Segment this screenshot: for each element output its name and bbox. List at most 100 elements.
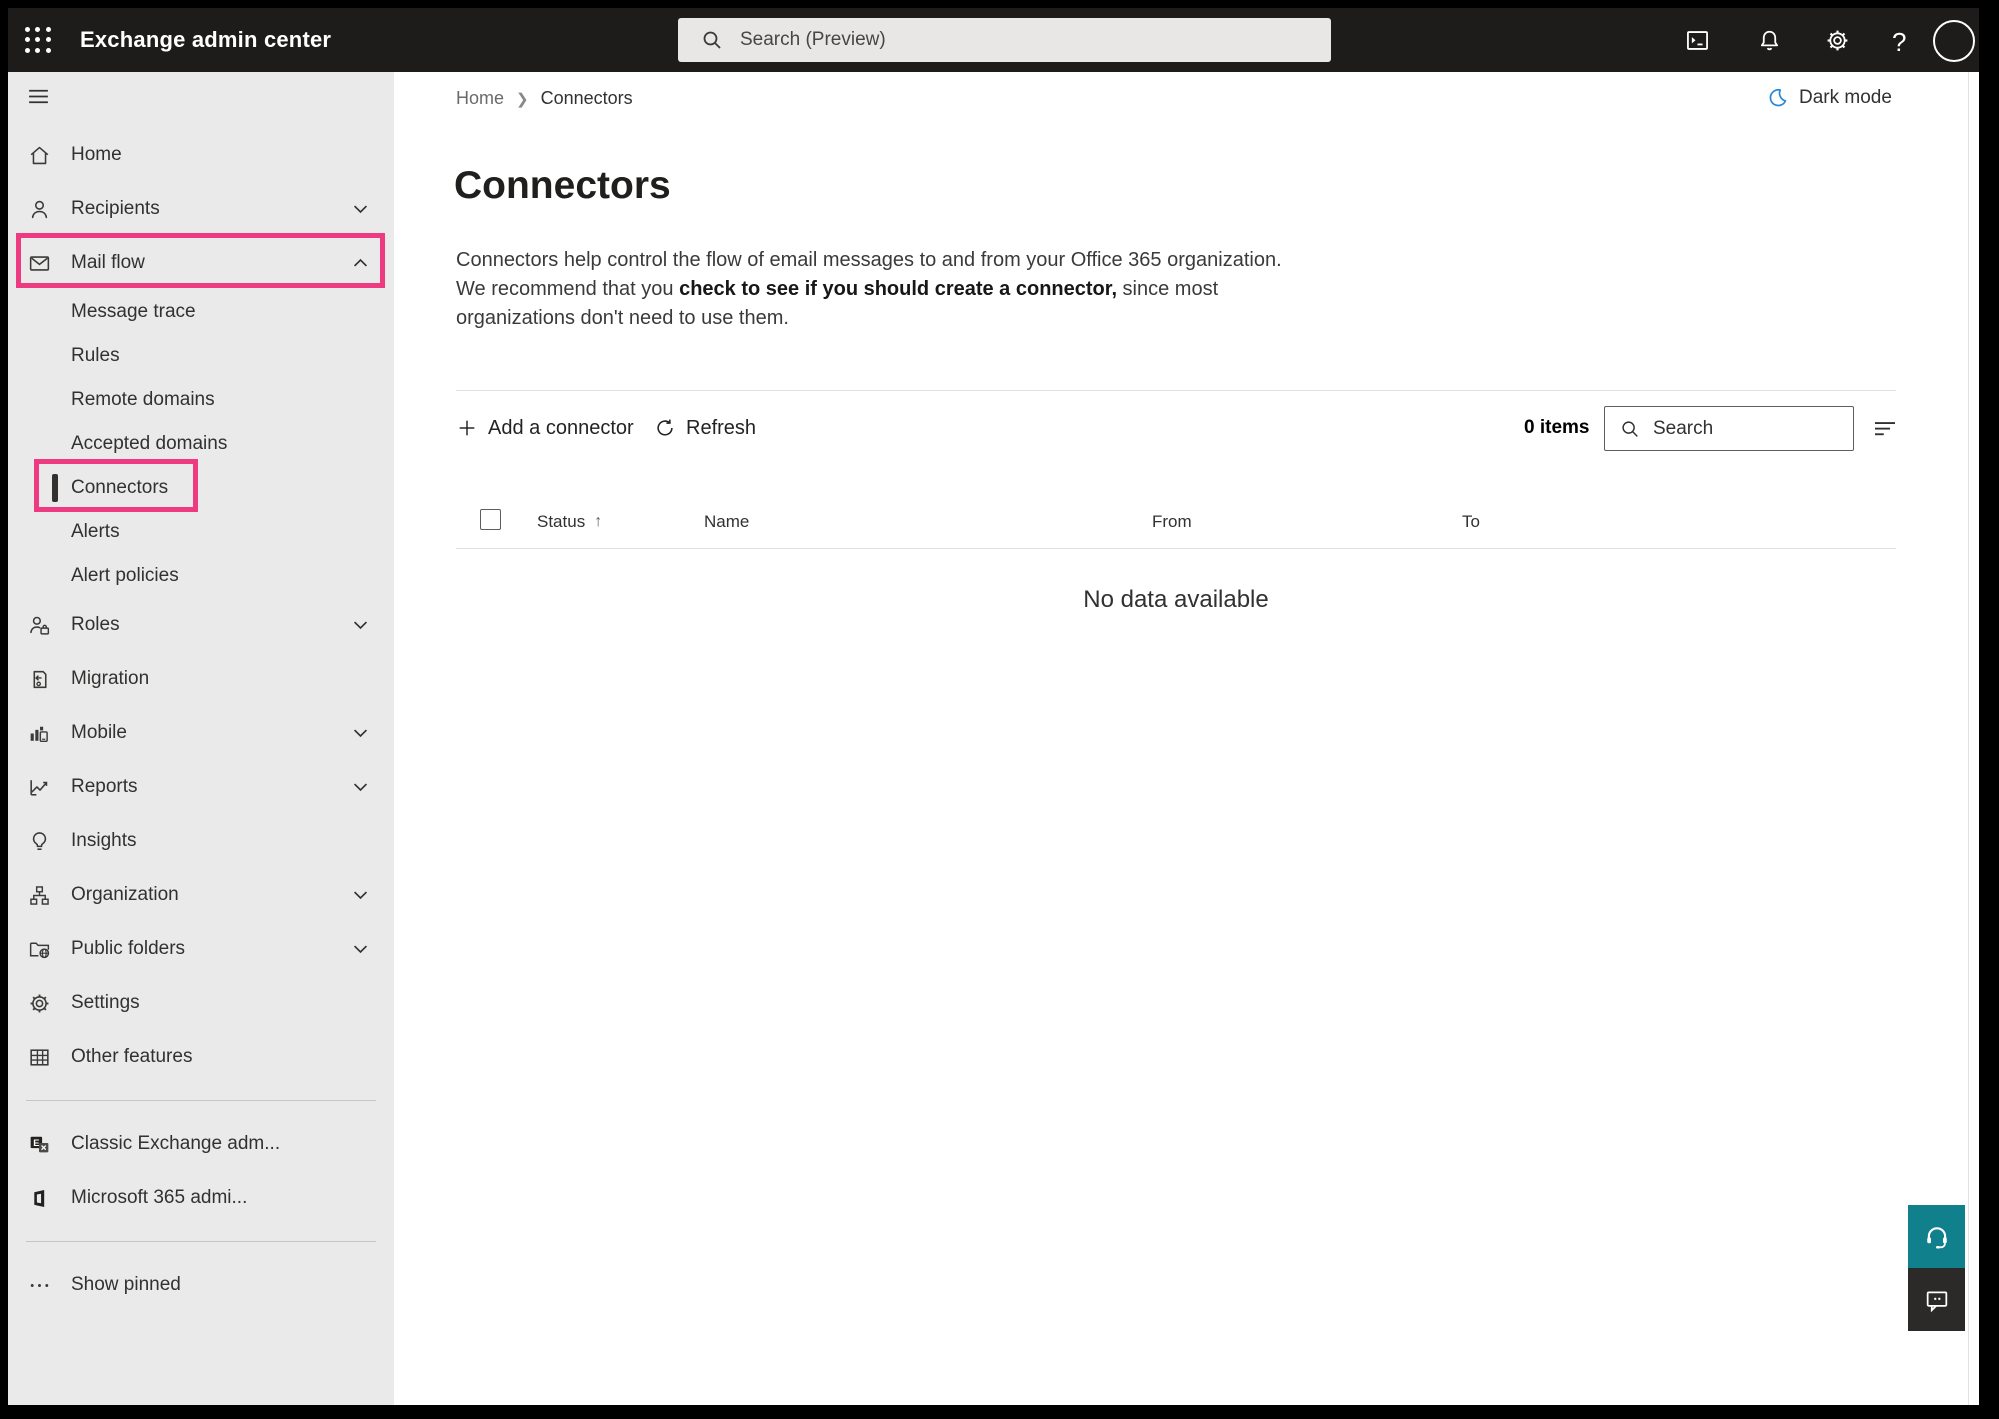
feedback-widget-button[interactable] — [1908, 1268, 1965, 1331]
notifications-bell-icon[interactable] — [1756, 27, 1783, 54]
sidebar-item-label: Connectors — [71, 477, 168, 499]
sidebar-item-show-pinned[interactable]: Show pinned — [8, 1258, 394, 1312]
sidebar-item-alerts[interactable]: Alerts — [8, 510, 394, 554]
sidebar-item-label: Message trace — [71, 301, 196, 323]
select-all-checkbox[interactable] — [480, 509, 501, 530]
sidebar-item-remote-domains[interactable]: Remote domains — [8, 378, 394, 422]
page-description: Connectors help control the flow of emai… — [456, 246, 1304, 333]
dark-mode-toggle[interactable]: Dark mode — [1766, 86, 1892, 109]
breadcrumb-home-link[interactable]: Home — [456, 88, 504, 109]
sidebar-item-accepted-domains[interactable]: Accepted domains — [8, 422, 394, 466]
sidebar-item-insights[interactable]: Insights — [8, 814, 394, 868]
moon-icon — [1766, 86, 1789, 109]
mobile-device-icon — [26, 720, 52, 746]
toolbar-divider — [456, 390, 1896, 391]
sidebar-item-label: Home — [71, 144, 122, 166]
sidebar-item-settings[interactable]: Settings — [8, 976, 394, 1030]
chevron-down-icon — [351, 616, 370, 635]
chevron-down-icon — [351, 778, 370, 797]
chevron-down-icon — [351, 940, 370, 959]
chevron-down-icon — [351, 886, 370, 905]
feedback-bubble-icon — [1923, 1286, 1951, 1314]
line-chart-icon — [26, 774, 52, 800]
sidebar-item-label: Mail flow — [71, 252, 145, 274]
column-header-to[interactable]: To — [1462, 512, 1480, 532]
classic-exchange-logo-icon: E — [26, 1131, 52, 1157]
search-icon — [700, 28, 724, 52]
help-question-icon[interactable]: ? — [1892, 27, 1906, 54]
sidebar-item-message-trace[interactable]: Message trace — [8, 290, 394, 334]
sidebar-item-label: Roles — [71, 614, 120, 636]
page-title: Connectors — [454, 164, 671, 208]
sidebar-item-label: Alerts — [71, 521, 120, 543]
lightbulb-icon — [26, 828, 52, 854]
sidebar-item-label: Recipients — [71, 198, 160, 220]
global-search-input[interactable] — [740, 29, 1300, 51]
sidebar-item-rules[interactable]: Rules — [8, 334, 394, 378]
refresh-button[interactable]: Refresh — [654, 398, 756, 458]
command-palette-icon[interactable] — [1684, 27, 1711, 54]
column-header-from[interactable]: From — [1152, 512, 1192, 532]
column-header-status[interactable]: Status ↑ — [537, 512, 602, 532]
person-icon — [26, 196, 52, 222]
global-search-box[interactable] — [678, 18, 1331, 62]
table-header-divider — [456, 548, 1896, 549]
sidebar-item-public-folders[interactable]: Public folders — [8, 922, 394, 976]
search-icon — [1619, 418, 1641, 440]
sidebar-divider — [26, 1100, 376, 1101]
sidebar-item-label: Alert policies — [71, 565, 179, 587]
sidebar-item-classic-exchange[interactable]: E Classic Exchange adm... — [8, 1117, 394, 1171]
sort-ascending-icon: ↑ — [594, 513, 602, 531]
org-chart-icon — [26, 882, 52, 908]
table-grid-icon — [26, 1044, 52, 1070]
refresh-icon — [654, 417, 676, 439]
chevron-down-icon — [351, 724, 370, 743]
migration-document-icon — [26, 666, 52, 692]
sidebar-item-organization[interactable]: Organization — [8, 868, 394, 922]
home-icon — [26, 142, 52, 168]
app-title: Exchange admin center — [80, 27, 331, 53]
chevron-up-icon — [351, 254, 370, 273]
sidebar-item-label: Public folders — [71, 938, 185, 960]
list-search-box[interactable] — [1604, 406, 1854, 451]
folder-globe-icon — [26, 936, 52, 962]
sidebar-item-label: Accepted domains — [71, 433, 227, 455]
sidebar-item-label: Microsoft 365 admi... — [71, 1187, 247, 1209]
description-link[interactable]: check to see if you should create a conn… — [679, 278, 1117, 300]
sidebar-item-label: Classic Exchange adm... — [71, 1133, 280, 1155]
chevron-down-icon — [351, 200, 370, 219]
sidebar-item-other-features[interactable]: Other features — [8, 1030, 394, 1084]
envelope-icon — [26, 250, 52, 276]
exchange-admin-center-window: Exchange admin center ? — [0, 0, 1999, 1419]
sidebar-item-recipients[interactable]: Recipients — [8, 182, 394, 236]
account-avatar[interactable] — [1932, 19, 1959, 46]
sidebar-item-roles[interactable]: Roles — [8, 598, 394, 652]
column-header-name[interactable]: Name — [704, 512, 749, 532]
settings-gear-icon[interactable] — [1824, 27, 1851, 54]
sidebar-item-alert-policies[interactable]: Alert policies — [8, 554, 394, 598]
sidebar-item-label: Settings — [71, 992, 140, 1014]
help-widget-button[interactable] — [1908, 1205, 1965, 1268]
sidebar-item-connectors[interactable]: Connectors — [8, 466, 394, 510]
plus-icon — [456, 417, 478, 439]
sidebar-item-migration[interactable]: Migration — [8, 652, 394, 706]
left-navigation: Home Recipients Mail flow Message trace … — [8, 72, 394, 1405]
add-connector-button[interactable]: Add a connector — [456, 398, 634, 458]
gear-icon — [26, 990, 52, 1016]
sidebar-item-label: Remote domains — [71, 389, 215, 411]
scrollbar-track-edge — [1968, 72, 1969, 1405]
list-search-input[interactable] — [1653, 418, 1823, 440]
sidebar-item-mail-flow[interactable]: Mail flow — [8, 236, 394, 290]
microsoft-365-logo-icon — [26, 1185, 52, 1211]
filter-sort-icon[interactable] — [1870, 413, 1900, 443]
hamburger-menu-icon[interactable] — [8, 72, 394, 120]
items-count-badge: 0 items — [1524, 398, 1589, 458]
sidebar-item-home[interactable]: Home — [8, 128, 394, 182]
table-header-row: Status ↑ Name From To — [456, 502, 1896, 542]
sidebar-item-label: Organization — [71, 884, 179, 906]
sidebar-item-reports[interactable]: Reports — [8, 760, 394, 814]
app-launcher-icon[interactable] — [25, 27, 52, 54]
sidebar-item-mobile[interactable]: Mobile — [8, 706, 394, 760]
sidebar-item-m365-admin[interactable]: Microsoft 365 admi... — [8, 1171, 394, 1225]
breadcrumb-chevron-icon: ❯ — [516, 90, 529, 108]
